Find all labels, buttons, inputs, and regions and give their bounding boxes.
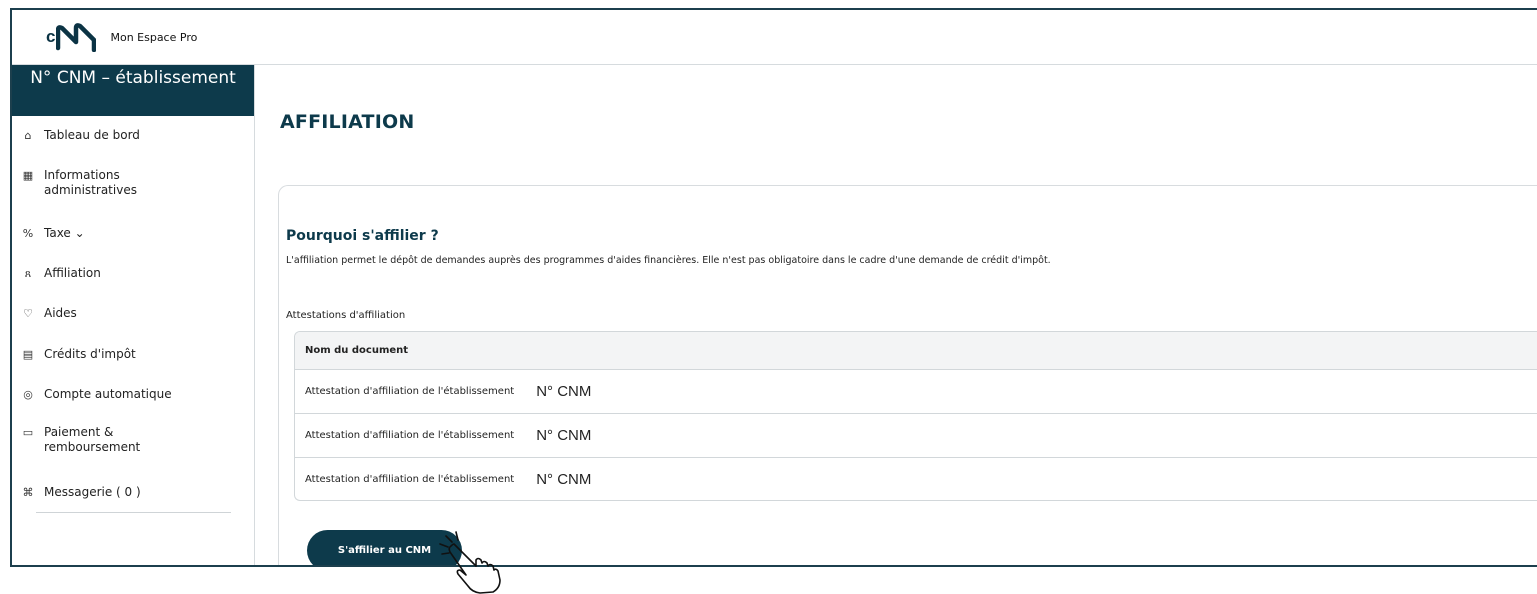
table-row[interactable]: Attestation d'affiliation de l'établisse… <box>295 413 1537 457</box>
sidebar: N° CNM – établissement ⌂ Tableau de bord… <box>12 65 255 565</box>
documents-table: Nom du document Attestation d'affiliatio… <box>294 331 1537 501</box>
sidebar-item-affiliation[interactable]: ጸ Affiliation <box>12 266 252 281</box>
main-content: AFFILIATION Pourquoi s'affilier ? L'affi… <box>256 65 1537 565</box>
cnm-number: N° CNM <box>536 383 592 400</box>
logo[interactable]: c Mon Espace Pro <box>46 22 197 52</box>
sidebar-item-label: Compte automatique <box>44 387 172 401</box>
page-title: AFFILIATION <box>280 111 415 133</box>
table-row[interactable]: Attestation d'affiliation de l'établisse… <box>295 457 1537 500</box>
cnm-number: N° CNM <box>536 427 592 444</box>
sidebar-item-label: Crédits d'impôt <box>44 347 136 361</box>
table-caption: Attestations d'affiliation <box>286 310 406 321</box>
table-row[interactable]: Attestation d'affiliation de l'établisse… <box>295 369 1537 413</box>
establishment-number-banner: N° CNM – établissement <box>12 65 254 116</box>
users-icon: ጸ <box>24 267 32 280</box>
lightbulb-icon: ♡ <box>23 307 33 320</box>
hand-pointer-icon <box>439 531 501 594</box>
column-header-document-name: Nom du document <box>305 345 409 356</box>
sidebar-divider <box>36 512 231 513</box>
document-name[interactable]: Attestation d'affiliation de l'établisse… <box>305 430 514 441</box>
sidebar-item-label: Messagerie ( 0 ) <box>44 485 141 499</box>
building-icon: ▦ <box>22 169 34 182</box>
receipt-icon: ▤ <box>22 348 34 361</box>
document-name[interactable]: Attestation d'affiliation de l'établisse… <box>305 386 514 397</box>
app-title: Mon Espace Pro <box>110 30 198 44</box>
cnm-number: N° CNM <box>536 471 592 488</box>
sidebar-item-auto-account[interactable]: ◎ Compte automatique <box>12 387 252 402</box>
table-header: Nom du document <box>295 332 1537 369</box>
wallet-icon: ▭ <box>22 426 34 439</box>
home-icon: ⌂ <box>24 129 32 142</box>
document-name[interactable]: Attestation d'affiliation de l'établisse… <box>305 474 514 485</box>
sidebar-item-label: Informations administratives <box>44 168 137 197</box>
top-bar: c Mon Espace Pro <box>12 10 1537 65</box>
sidebar-item-tax[interactable]: % Taxe ⌄ <box>12 226 252 241</box>
sidebar-item-dashboard[interactable]: ⌂ Tableau de bord <box>12 128 252 143</box>
sidebar-item-messages[interactable]: ⌘ Messagerie ( 0 ) <box>12 485 252 500</box>
app-window: c Mon Espace Pro N° CNM – établissement … <box>10 8 1537 567</box>
sidebar-item-label: Taxe ⌄ <box>44 226 85 240</box>
sidebar-item-tax-credits[interactable]: ▤ Crédits d'impôt <box>12 347 252 362</box>
sidebar-item-label: Aides <box>44 306 77 320</box>
section-description: L'affiliation permet le dépôt de demande… <box>286 255 1051 266</box>
sidebar-item-aid[interactable]: ♡ Aides <box>12 306 252 321</box>
section-title: Pourquoi s'affilier ? <box>286 228 439 244</box>
target-icon: ◎ <box>23 388 33 401</box>
sidebar-item-payment[interactable]: ▭ Paiement & remboursement <box>12 425 252 455</box>
sidebar-item-label: Paiement & remboursement <box>44 425 141 454</box>
sidebar-item-label: Tableau de bord <box>44 128 140 142</box>
message-icon: ⌘ <box>22 486 34 499</box>
sidebar-item-label: Affiliation <box>44 266 101 280</box>
sidebar-item-admin-info[interactable]: ▦ Informations administratives <box>12 168 252 198</box>
cnm-logo-icon: c <box>46 22 97 52</box>
percent-icon: % <box>22 227 34 240</box>
